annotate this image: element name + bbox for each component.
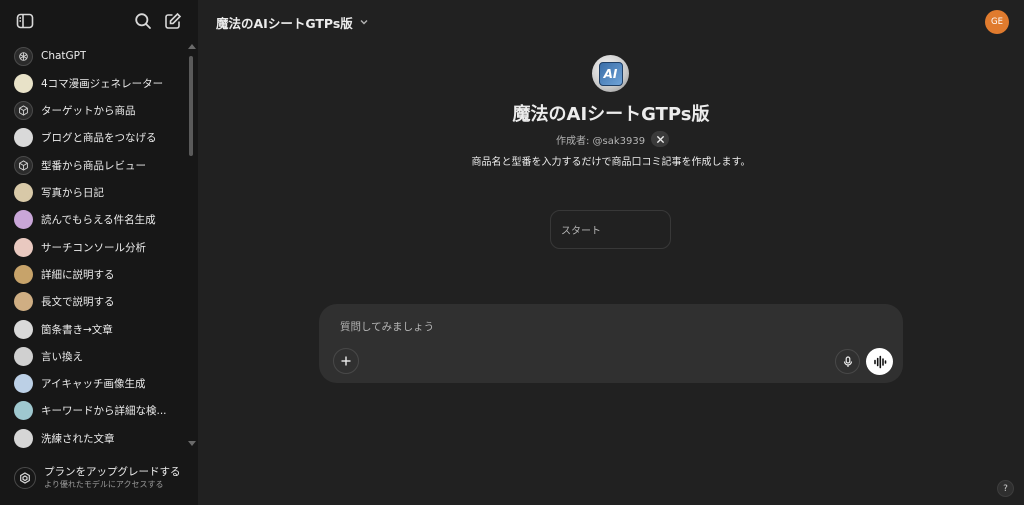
- sidebar-item-label: 言い換え: [41, 350, 83, 363]
- pencil-comic-icon: [14, 73, 33, 93]
- author-text: 作成者: @sak3939: [556, 135, 646, 147]
- sidebar-item-label: 型番から商品レビュー: [41, 159, 146, 172]
- sidebar-header: [0, 0, 198, 42]
- upgrade-title: プランをアップグレードする: [44, 466, 181, 478]
- search-icon[interactable]: [133, 11, 153, 31]
- voice-waveform-icon: [873, 355, 886, 368]
- gpt-description: 商品名と型番を入力するだけで商品口コミ記事を作成します。: [471, 157, 751, 168]
- sidebar-item[interactable]: ChatGPT: [8, 43, 184, 69]
- sidebar-item-label: 4コマ漫画ジェネレーター: [41, 77, 164, 90]
- sidebar-item-label: 箇条書き→文章: [41, 323, 113, 336]
- user-avatar[interactable]: GE: [985, 10, 1009, 34]
- sidebar-item[interactable]: 型番から商品レビュー: [8, 152, 184, 178]
- gpt-selector-button[interactable]: 魔法のAIシートGTPs版: [216, 12, 369, 32]
- message-input[interactable]: [340, 318, 780, 336]
- author-row: 作成者: @sak3939: [556, 130, 670, 148]
- blog-thumbnail-icon: [14, 128, 33, 148]
- new-chat-icon[interactable]: [163, 11, 183, 31]
- upgrade-plan-button[interactable]: プランをアップグレードする より優れたモデルにアクセスする: [8, 460, 190, 496]
- sidebar-item[interactable]: 長文で説明する: [8, 289, 184, 315]
- dictate-button[interactable]: [835, 349, 860, 374]
- sidebar-item-label: 詳細に説明する: [41, 268, 115, 281]
- photo-diary-icon: [14, 183, 33, 202]
- plus-icon: [341, 356, 351, 366]
- sidebar-item-label: ChatGPT: [41, 50, 87, 62]
- sidebar-item[interactable]: 詳細に説明する: [8, 261, 184, 287]
- sidebar-item[interactable]: サーチコンソール分析: [8, 234, 184, 260]
- gpt-logo: AI: [592, 55, 629, 92]
- sidebar-item[interactable]: キーワードから詳細な検...: [8, 398, 184, 424]
- gpt-logo-text: AI: [598, 61, 623, 86]
- sidebar-item[interactable]: 洗練された文章: [8, 425, 184, 451]
- openai-icon: [14, 46, 33, 66]
- feather-icon: [14, 210, 33, 230]
- image-icon: [14, 374, 33, 394]
- sidebar-toggle-icon[interactable]: [15, 11, 35, 31]
- sidebar-item[interactable]: 写真から日記: [8, 180, 184, 206]
- microphone-icon: [843, 355, 852, 367]
- sidebar-item-label: サーチコンソール分析: [41, 241, 146, 254]
- sidebar-item-label: 読んでもらえる件名生成: [41, 214, 156, 227]
- search-globe-icon: [14, 401, 33, 421]
- quill-icon: [14, 428, 33, 448]
- sidebar-item-label: アイキャッチ画像生成: [41, 378, 146, 391]
- sidebar-item[interactable]: 箇条書き→文章: [8, 316, 184, 342]
- upgrade-icon: [14, 467, 36, 489]
- list-icon: [14, 319, 33, 339]
- sidebar-item[interactable]: ブログと商品をつなげる: [8, 125, 184, 151]
- map-icon: [14, 264, 33, 284]
- analytics-icon: [14, 237, 33, 257]
- scroll-up-arrow-icon[interactable]: [188, 44, 196, 49]
- sidebar-item-label: ブログと商品をつなげる: [41, 132, 157, 145]
- sidebar-item[interactable]: 読んでもらえる件名生成: [8, 207, 184, 233]
- sidebar: ChatGPT 4コマ漫画ジェネレーター ターゲットから商品 ブログと商品をつなげる型…: [0, 0, 198, 505]
- sidebar-item[interactable]: 言い換え: [8, 343, 184, 369]
- cube-icon: [14, 155, 33, 175]
- scroll-down-arrow-icon[interactable]: [188, 441, 196, 446]
- sidebar-item-label: キーワードから詳細な検...: [41, 405, 167, 418]
- help-button[interactable]: ?: [997, 480, 1014, 497]
- conversation-starter[interactable]: スタート: [550, 210, 671, 249]
- upgrade-subtitle: より優れたモデルにアクセスする: [44, 480, 164, 489]
- writer-icon: [14, 292, 33, 312]
- sidebar-item-label: 写真から日記: [41, 187, 104, 199]
- sidebar-item[interactable]: 4コマ漫画ジェネレーター: [8, 70, 184, 96]
- chevron-down-icon: [360, 20, 368, 25]
- sidebar-item-label: 長文で説明する: [41, 296, 115, 309]
- gpt-name: 魔法のAIシートGTPs版: [512, 104, 710, 125]
- x-social-icon[interactable]: [651, 131, 670, 147]
- message-composer: [319, 304, 903, 383]
- sidebar-item-label: 洗練された文章: [41, 432, 115, 445]
- attach-button[interactable]: [333, 348, 359, 374]
- voice-mode-button[interactable]: [866, 348, 893, 375]
- sidebar-item[interactable]: アイキャッチ画像生成: [8, 371, 184, 397]
- header-title: 魔法のAIシートGTPs版: [216, 15, 353, 31]
- paraphrase-icon: [14, 346, 33, 366]
